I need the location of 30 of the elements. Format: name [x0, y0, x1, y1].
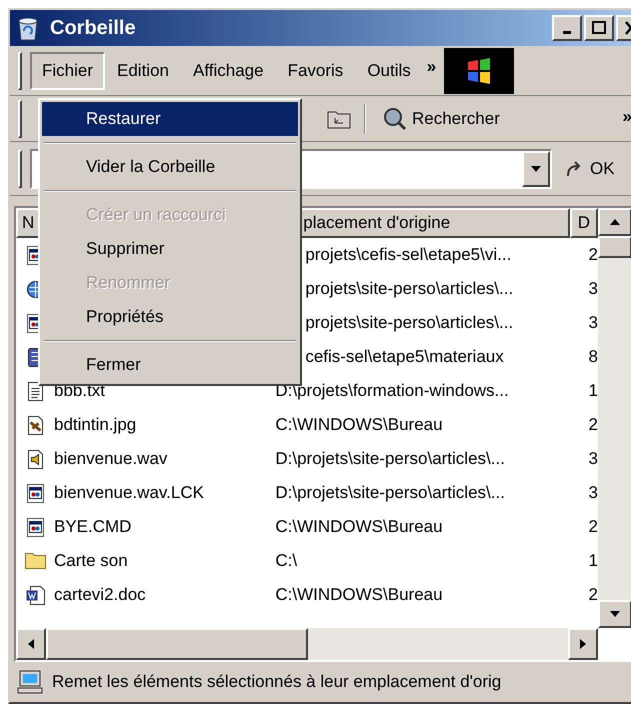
original-location: D:\projets\site-perso\articles\... — [274, 482, 506, 504]
original-location: D:\projets\formation-windows... — [274, 380, 510, 402]
file-name: Carte son — [54, 550, 128, 572]
original-location: C:\WINDOWS\Bureau — [274, 516, 444, 538]
table-cell-text: 3 — [588, 278, 598, 300]
table-cell-text: 3 — [588, 312, 598, 334]
table-cell-text: 1 — [588, 550, 598, 572]
file-name: BYE.CMD — [54, 516, 132, 538]
status-text: Remet les éléments sélectionnés à leur emplacement d'orig — [52, 671, 502, 694]
original-location: projets\site-perso\articles\... — [304, 278, 514, 300]
table-cell-text: 2 — [588, 414, 598, 436]
original-location: D:\projets\site-perso\articles\... — [274, 448, 506, 470]
table-cell-text: 2 — [588, 516, 598, 538]
table-cell-text: 8 — [588, 346, 598, 368]
table-cell-text: 2 — [588, 244, 598, 266]
original-location: C:\WINDOWS\Bureau — [274, 414, 444, 436]
table-cell-text: 2 — [588, 584, 598, 606]
window-title: Corbeille — [50, 16, 137, 41]
original-location: C:\WINDOWS\Bureau — [274, 584, 444, 606]
table-cell-text: 1 — [588, 380, 598, 402]
table-cell-text: 3 — [588, 448, 598, 470]
original-location: cefis-sel\etape5\materiaux — [304, 346, 505, 368]
file-name: cartevi2.doc — [54, 584, 146, 606]
file-name: bienvenue.wav — [54, 448, 168, 470]
original-location: projets\site-perso\articles\... — [304, 312, 514, 334]
table-cell-text: 3 — [588, 482, 598, 504]
original-location: projets\cefis-sel\etape5\vi... — [304, 244, 512, 266]
file-name: bienvenue.wav.LCK — [54, 482, 204, 504]
original-location: C:\ — [274, 550, 298, 572]
file-name: bdtintin.jpg — [54, 414, 136, 436]
